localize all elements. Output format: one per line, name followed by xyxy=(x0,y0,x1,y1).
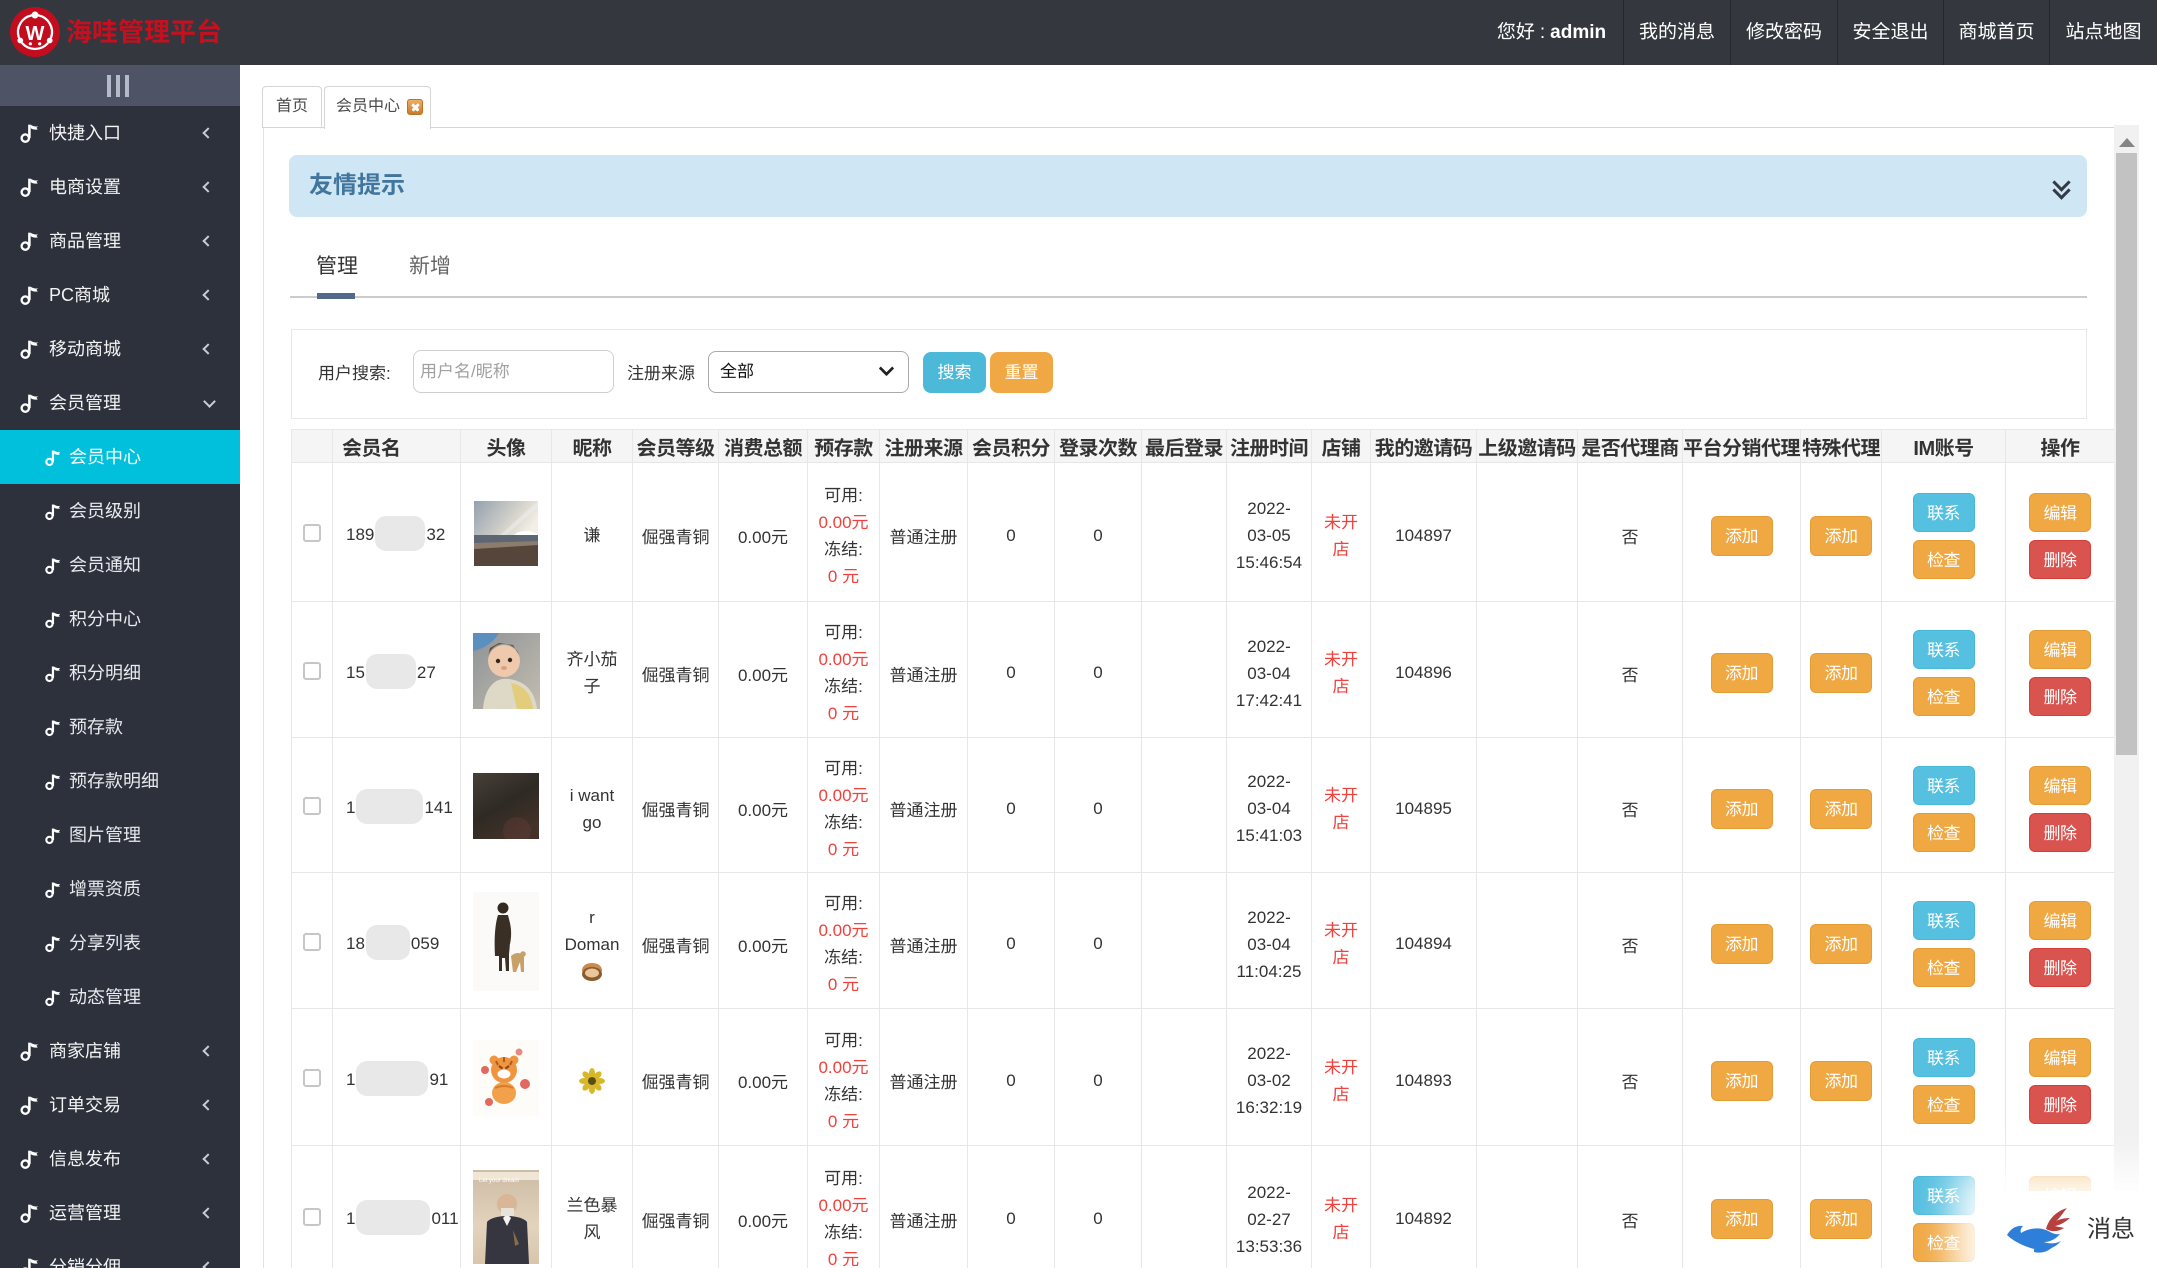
svg-text:Let your dream: Let your dream xyxy=(479,1178,519,1184)
svg-text:W: W xyxy=(26,23,45,45)
